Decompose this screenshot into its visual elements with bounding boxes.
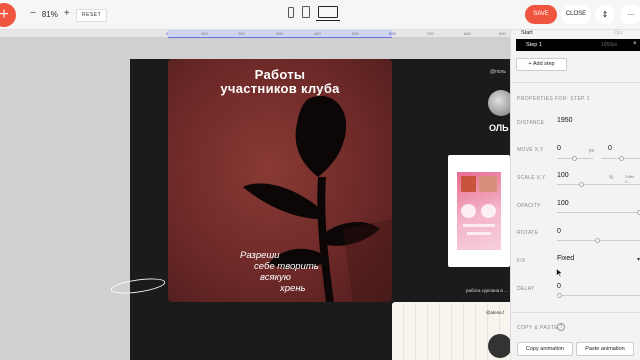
postcard-title-line: Работы — [254, 67, 306, 82]
editor-app: + − 81% + RESET SAVE CLOSE ⇕ ... 0 100 2… — [0, 0, 640, 360]
divider — [511, 312, 640, 313]
step-value: 1950px — [601, 42, 618, 48]
ruler-tick: 900 — [499, 31, 506, 36]
zoom-in-button[interactable]: + — [64, 9, 70, 19]
copy-animation-button[interactable]: Copy animation — [517, 342, 573, 356]
delay-label: DELAY — [517, 286, 535, 292]
slider-knob[interactable] — [557, 293, 562, 298]
help-icon[interactable]: ? — [557, 323, 565, 331]
scale-label: SCALE X,Y — [517, 175, 546, 181]
move-x-slider[interactable] — [557, 156, 593, 161]
start-label: Start — [521, 30, 533, 36]
postcard-text-line: хрень — [280, 283, 306, 294]
scale-unit: % — [609, 175, 614, 181]
divider — [511, 82, 640, 83]
postcard-title: Работы участников клуба — [168, 68, 392, 96]
device-switcher — [288, 6, 340, 21]
scale-slider[interactable] — [557, 182, 640, 187]
profile-handle-2: @alena.f — [486, 310, 505, 315]
copy-paste-title: COPY & PASTE — [517, 325, 559, 331]
rotate-slider[interactable] — [557, 238, 640, 243]
rotate-label: ROTATE — [517, 230, 539, 236]
close-button[interactable]: CLOSE — [561, 5, 591, 24]
remove-step-icon[interactable]: × — [633, 41, 637, 47]
avatar-2 — [488, 334, 512, 358]
fix-label: FIX — [517, 258, 526, 264]
mouse-cursor-icon — [556, 268, 564, 278]
postcard-handwritten-text: Разреши себе творить всякую хрень — [240, 250, 319, 294]
horizontal-ruler: 0 100 200 300 400 500 600 700 800 900 — [0, 30, 510, 38]
opacity-slider[interactable] — [557, 210, 640, 215]
ruler-tick: 500 — [352, 31, 359, 36]
postcard-text-line: Разреши — [240, 250, 280, 261]
postcard-text-line: себе творить — [254, 261, 319, 272]
save-button[interactable]: SAVE — [525, 5, 557, 24]
top-toolbar: + − 81% + RESET SAVE CLOSE ⇕ ... — [0, 0, 640, 30]
ruler-tick: 0 — [166, 31, 169, 36]
rotate-input[interactable]: 0 — [557, 228, 561, 235]
reset-zoom-button[interactable]: RESET — [76, 9, 108, 22]
postcard-oval-decoration — [110, 278, 166, 294]
desktop-view-icon[interactable] — [316, 6, 340, 21]
move-y-slider[interactable] — [601, 156, 640, 161]
slider-knob[interactable] — [595, 238, 600, 243]
move-x-input[interactable]: 0 — [557, 145, 561, 152]
sort-icon[interactable]: ⇕ — [595, 5, 615, 24]
add-button[interactable]: + — [0, 3, 16, 27]
ruler-tick: 200 — [238, 31, 245, 36]
selected-image-element[interactable]: Работы участников клуба Разреши себе тво… — [168, 59, 392, 302]
fix-select[interactable]: Fixed — [557, 255, 574, 262]
ruler-tick: 400 — [314, 31, 321, 36]
ruler-tick: 800 — [464, 31, 471, 36]
work-caption: работа сделана в ... — [466, 288, 508, 293]
animation-properties-panel: Start 0px Step 1 1950px × + Add step PRO… — [510, 30, 640, 360]
move-label: MOVE X,Y — [517, 147, 544, 153]
scale-differ-toggle[interactable]: Differ X... — [625, 174, 640, 184]
properties-title: PROPERTIES FOR: STEP 1 — [517, 96, 590, 102]
step-1-row[interactable]: Step 1 1950px × — [516, 39, 640, 51]
more-options-button[interactable]: ... — [620, 5, 640, 24]
slider-knob[interactable] — [579, 182, 584, 187]
add-step-button[interactable]: + Add step — [516, 58, 567, 71]
zoom-out-button[interactable]: − — [30, 9, 36, 19]
delay-input[interactable]: 0 — [557, 283, 561, 290]
opacity-label: OPACITY — [517, 203, 541, 209]
ruler-tick: 700 — [427, 31, 434, 36]
delay-slider[interactable] — [557, 293, 640, 298]
ruler-tick: 100 — [201, 31, 208, 36]
slider-knob[interactable] — [572, 156, 577, 161]
slider-knob[interactable] — [619, 156, 624, 161]
tablet-view-icon[interactable] — [302, 6, 310, 18]
ruler-tick: 300 — [276, 31, 283, 36]
opacity-input[interactable]: 100 — [557, 200, 569, 207]
scale-input[interactable]: 100 — [557, 172, 569, 179]
start-step-row[interactable]: Start 0px — [511, 30, 640, 39]
start-value: 0px — [615, 30, 624, 36]
profile-handle: @поль — [490, 69, 506, 75]
move-y-input[interactable]: 0 — [608, 145, 612, 152]
zoom-value: 81% — [41, 9, 58, 19]
postcard-title-line: участников клуба — [220, 81, 340, 96]
distance-input[interactable]: 1950 — [557, 117, 573, 124]
ruler-tick: 600 — [389, 31, 396, 36]
move-x-unit: px — [589, 148, 595, 154]
paste-animation-button[interactable]: Paste animation — [576, 342, 634, 356]
profile-name: ОЛЬ — [489, 123, 509, 133]
phone-screen-image — [457, 172, 501, 250]
zoom-control: − 81% + — [30, 9, 70, 19]
step-label: Step 1 — [526, 42, 542, 48]
distance-label: DISTANCE — [517, 120, 545, 126]
postcard-text-line: всякую — [260, 272, 291, 283]
phone-view-icon[interactable] — [288, 7, 294, 18]
